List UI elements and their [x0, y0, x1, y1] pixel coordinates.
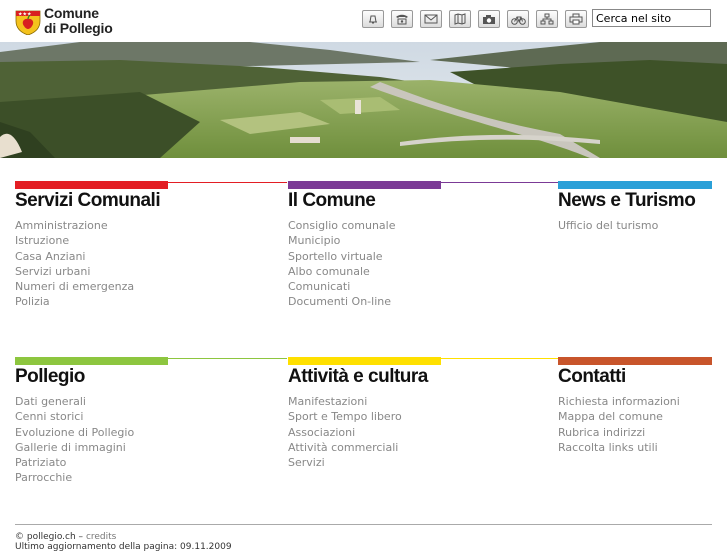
footer-copyright: © pollegio.ch – credits — [15, 532, 116, 542]
link-evoluzione-di-pollegio[interactable]: Evoluzione di Pollegio — [15, 425, 134, 440]
link-ufficio-del-turismo[interactable]: Ufficio del turismo — [558, 218, 658, 233]
link-consiglio-comunale[interactable]: Consiglio comunale — [288, 218, 396, 233]
section-color-bar — [558, 357, 712, 365]
link-raccolta-links-utili[interactable]: Raccolta links utili — [558, 440, 680, 455]
link-manifestazioni[interactable]: Manifestazioni — [288, 394, 402, 409]
link-gallerie-di-immagini[interactable]: Gallerie di immagini — [15, 440, 134, 455]
link-polizia[interactable]: Polizia — [15, 294, 134, 309]
section-links: Amministrazione Istruzione Casa Anziani … — [15, 218, 134, 310]
link-istruzione[interactable]: Istruzione — [15, 233, 134, 248]
site-name-line2: di Pollegio — [44, 20, 113, 36]
section-title[interactable]: Servizi Comunali — [15, 190, 161, 212]
link-sportello-virtuale[interactable]: Sportello virtuale — [288, 249, 396, 264]
section-links: Richiesta informazioni Mappa del comune … — [558, 394, 680, 455]
mail-icon[interactable] — [420, 10, 442, 28]
map-icon[interactable] — [449, 10, 471, 28]
link-amministrazione[interactable]: Amministrazione — [15, 218, 134, 233]
svg-text:★★★: ★★★ — [18, 12, 32, 18]
coat-of-arms-logo[interactable]: ★★★ — [15, 5, 41, 35]
link-servizi[interactable]: Servizi — [288, 455, 402, 470]
link-comunicati[interactable]: Comunicati — [288, 279, 396, 294]
link-associazioni[interactable]: Associazioni — [288, 425, 402, 440]
link-mappa-del-comune[interactable]: Mappa del comune — [558, 409, 680, 424]
search-input[interactable] — [592, 9, 711, 27]
section-divider — [168, 182, 287, 183]
link-richiesta-informazioni[interactable]: Richiesta informazioni — [558, 394, 680, 409]
bike-icon[interactable] — [507, 10, 529, 28]
section-color-bar — [15, 181, 168, 189]
section-title[interactable]: Contatti — [558, 366, 626, 388]
section-links: Ufficio del turismo — [558, 218, 658, 233]
link-cenni-storici[interactable]: Cenni storici — [15, 409, 134, 424]
credits-link[interactable]: credits — [86, 532, 116, 542]
section-title[interactable]: News e Turismo — [558, 190, 696, 212]
section-divider — [168, 358, 287, 359]
link-servizi-urbani[interactable]: Servizi urbani — [15, 264, 134, 279]
link-dati-generali[interactable]: Dati generali — [15, 394, 134, 409]
section-links: Consiglio comunale Municipio Sportello v… — [288, 218, 396, 310]
section-title[interactable]: Pollegio — [15, 366, 85, 388]
phone-icon[interactable] — [391, 10, 413, 28]
link-casa-anziani[interactable]: Casa Anziani — [15, 249, 134, 264]
section-links: Manifestazioni Sport e Tempo libero Asso… — [288, 394, 402, 470]
copyright-text: © pollegio.ch – — [15, 532, 84, 542]
link-sport-e-tempo-libero[interactable]: Sport e Tempo libero — [288, 409, 402, 424]
valley-panorama-image — [0, 42, 727, 158]
section-divider — [441, 358, 558, 359]
toolbar — [362, 10, 594, 28]
footer-divider — [15, 524, 712, 525]
sitemap-icon[interactable] — [536, 10, 558, 28]
link-numeri-di-emergenza[interactable]: Numeri di emergenza — [15, 279, 134, 294]
print-icon[interactable] — [565, 10, 587, 28]
link-rubrica-indirizzi[interactable]: Rubrica indirizzi — [558, 425, 680, 440]
link-patriziato[interactable]: Patriziato — [15, 455, 134, 470]
bell-icon[interactable] — [362, 10, 384, 28]
section-color-bar — [288, 181, 441, 189]
section-title[interactable]: Il Comune — [288, 190, 376, 212]
link-parrocchie[interactable]: Parrocchie — [15, 470, 134, 485]
camera-icon[interactable] — [478, 10, 500, 28]
section-links: Dati generali Cenni storici Evoluzione d… — [15, 394, 134, 486]
link-documenti-on-line[interactable]: Documenti On-line — [288, 294, 396, 309]
link-attivita-commerciali[interactable]: Attività commerciali — [288, 440, 402, 455]
header: ★★★ Comune di Pollegio — [0, 0, 727, 42]
section-color-bar — [288, 357, 441, 365]
link-municipio[interactable]: Municipio — [288, 233, 396, 248]
section-color-bar — [15, 357, 168, 365]
site-name-line1: Comune — [44, 5, 99, 21]
footer-last-updated: Ultimo aggiornamento della pagina: 09.11… — [15, 542, 232, 552]
section-title[interactable]: Attività e cultura — [288, 366, 428, 388]
section-divider — [441, 182, 558, 183]
section-color-bar — [558, 181, 712, 189]
link-albo-comunale[interactable]: Albo comunale — [288, 264, 396, 279]
site-name[interactable]: Comune di Pollegio — [44, 6, 113, 36]
